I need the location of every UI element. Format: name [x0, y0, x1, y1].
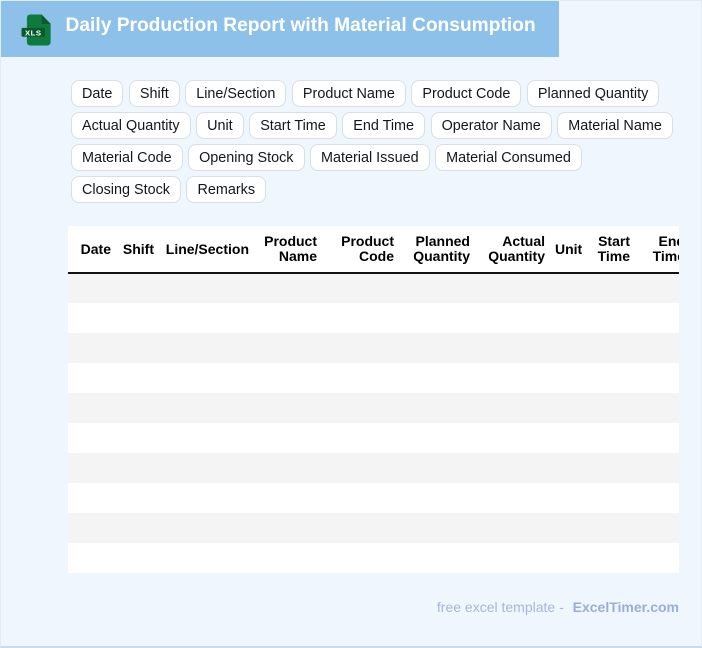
svg-text:XLS: XLS [25, 28, 42, 37]
